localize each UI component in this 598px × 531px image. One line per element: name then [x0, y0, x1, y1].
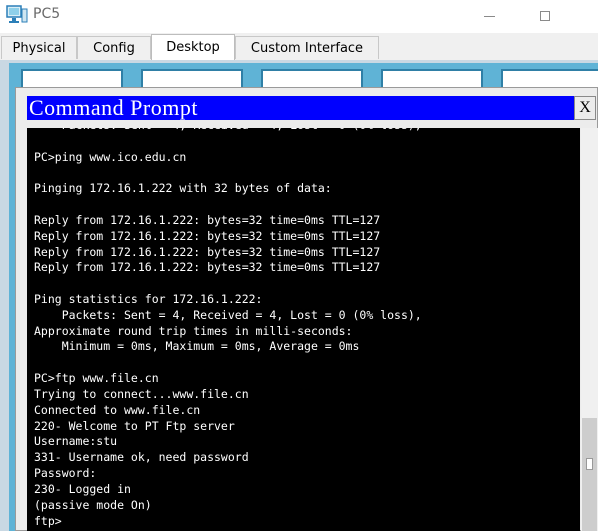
title-bar[interactable]: PC5 [0, 0, 598, 33]
terminal-line: Reply from 172.16.1.222: bytes=32 time=0… [34, 212, 381, 227]
terminal-line: Connected to www.file.cn [34, 402, 201, 417]
command-prompt-title-bar[interactable]: Command Prompt [27, 95, 584, 120]
terminal-line: 220- Welcome to PT Ftp server [34, 418, 235, 433]
minimize-icon [483, 15, 495, 17]
terminal-line: Reply from 172.16.1.222: bytes=32 time=0… [34, 260, 381, 275]
pc5-window: PC5 Physical Config Desktop Custom Inter… [0, 0, 598, 531]
terminal-line: Reply from 172.16.1.222: bytes=32 time=0… [34, 228, 381, 243]
terminal-line: Pinging 172.16.1.222 with 32 bytes of da… [34, 181, 332, 196]
scrollbar-thumb[interactable] [582, 418, 597, 531]
maximize-icon [540, 11, 550, 21]
terminal-line: Minimum = 0ms, Maximum = 0ms, Average = … [34, 339, 360, 354]
terminal-line: Username:stu [34, 434, 118, 449]
tab-desktop[interactable]: Desktop [151, 34, 235, 60]
command-prompt-title: Command Prompt [29, 95, 198, 120]
desktop-area: Command Prompt X Packets: Sent = 4, Rece… [0, 60, 598, 531]
scrollbar-grip-icon [586, 458, 593, 470]
terminal-line: (passive mode On) [34, 497, 152, 512]
terminal-line: Trying to connect...www.file.cn [34, 386, 249, 401]
command-prompt-window: Command Prompt X Packets: Sent = 4, Rece… [15, 87, 598, 531]
tab-config[interactable]: Config [77, 36, 151, 59]
terminal-line: Ping statistics for 172.16.1.222: [34, 292, 263, 307]
maximize-button[interactable] [522, 0, 568, 32]
terminal-line: 230- Logged in [34, 481, 131, 496]
packet-tracer-pc-icon [6, 5, 28, 23]
command-prompt-close-button[interactable]: X [574, 96, 596, 120]
terminal-line: ftp> [34, 513, 62, 528]
tab-physical[interactable]: Physical [1, 36, 77, 59]
terminal-line: Packets: Sent = 4, Received = 4, Lost = … [34, 128, 422, 133]
terminal-line: Approximate round trip times in milli-se… [34, 323, 353, 338]
terminal-line: Password: [34, 466, 97, 481]
terminal-line: PC>ping www.ico.edu.cn [34, 149, 187, 164]
terminal-line: Packets: Sent = 4, Received = 4, Lost = … [34, 307, 422, 322]
terminal-line: 331- Username ok, need password [34, 450, 249, 465]
terminal-scrollbar[interactable] [581, 128, 598, 531]
tab-strip: Physical Config Desktop Custom Interface [0, 33, 598, 61]
tab-custom-interface[interactable]: Custom Interface [235, 36, 379, 59]
terminal-line: Reply from 172.16.1.222: bytes=32 time=0… [34, 244, 381, 259]
window-title: PC5 [33, 6, 61, 22]
terminal-line: PC>ftp www.file.cn [34, 371, 159, 386]
minimize-button[interactable] [466, 0, 512, 32]
terminal-output[interactable]: Packets: Sent = 4, Received = 4, Lost = … [27, 128, 580, 531]
